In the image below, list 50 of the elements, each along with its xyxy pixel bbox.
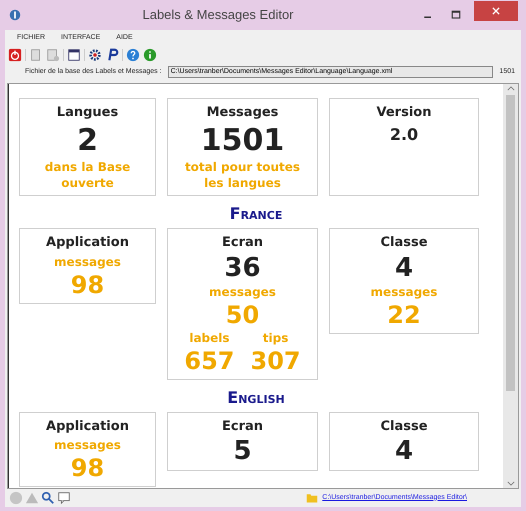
search-icon[interactable] [41, 491, 55, 505]
card-count: 1501 [200, 122, 284, 158]
stat-label: messages [54, 254, 121, 270]
card-count: 4 [394, 436, 414, 466]
document-icon[interactable] [29, 48, 43, 62]
close-button[interactable] [474, 1, 518, 21]
card-title: Ecran [222, 234, 264, 252]
card-title: Ecran [222, 418, 264, 436]
window-icon[interactable] [67, 48, 81, 62]
folder-icon [306, 492, 318, 504]
card-title: Application [46, 418, 129, 436]
language-heading: English [226, 386, 286, 408]
card-count: 5 [233, 436, 252, 466]
language-heading: France [228, 203, 284, 225]
card-count: 2.0 [390, 124, 418, 146]
stat-label: messages [54, 437, 121, 454]
card-title: Version [376, 104, 432, 122]
comment-icon[interactable] [57, 491, 71, 505]
scrollbar[interactable] [503, 84, 518, 488]
gear-icon[interactable] [88, 48, 102, 62]
card-title: Classe [380, 234, 428, 252]
card-title: Messages [206, 104, 278, 122]
stat-label: labels [189, 330, 230, 346]
power-icon[interactable] [8, 48, 22, 62]
card-count: 36 [224, 252, 261, 282]
maximize-icon[interactable] [450, 9, 462, 21]
window-title: Labels & Messages Editor [141, 6, 295, 24]
stat-value: 307 [250, 346, 301, 374]
card-caption: total pour toutes les langues [184, 158, 302, 190]
scroll-thumb[interactable] [506, 95, 515, 391]
card-title: Classe [380, 418, 428, 436]
stat-value: 50 [226, 300, 260, 328]
scroll-up-icon[interactable] [506, 86, 514, 91]
card-caption: dans la Base ouverte [44, 158, 132, 190]
card-title: Langues [56, 104, 118, 122]
stat-value: 657 [184, 346, 234, 374]
stat-label: tips [262, 330, 288, 346]
stat-value: 22 [387, 300, 421, 328]
app-icon [8, 8, 22, 22]
stat-value: 98 [70, 270, 104, 298]
stat-value: 98 [70, 454, 104, 482]
stat-label: messages [370, 284, 438, 300]
card-count: 2 [77, 122, 98, 158]
scroll-down-icon[interactable] [506, 481, 514, 486]
help-icon[interactable] [126, 48, 140, 62]
stat-label: messages [209, 284, 276, 300]
card-count: 4 [394, 252, 414, 282]
card-title: Application [46, 234, 129, 252]
close-icon[interactable] [491, 6, 501, 16]
document-icon[interactable] [46, 48, 60, 62]
